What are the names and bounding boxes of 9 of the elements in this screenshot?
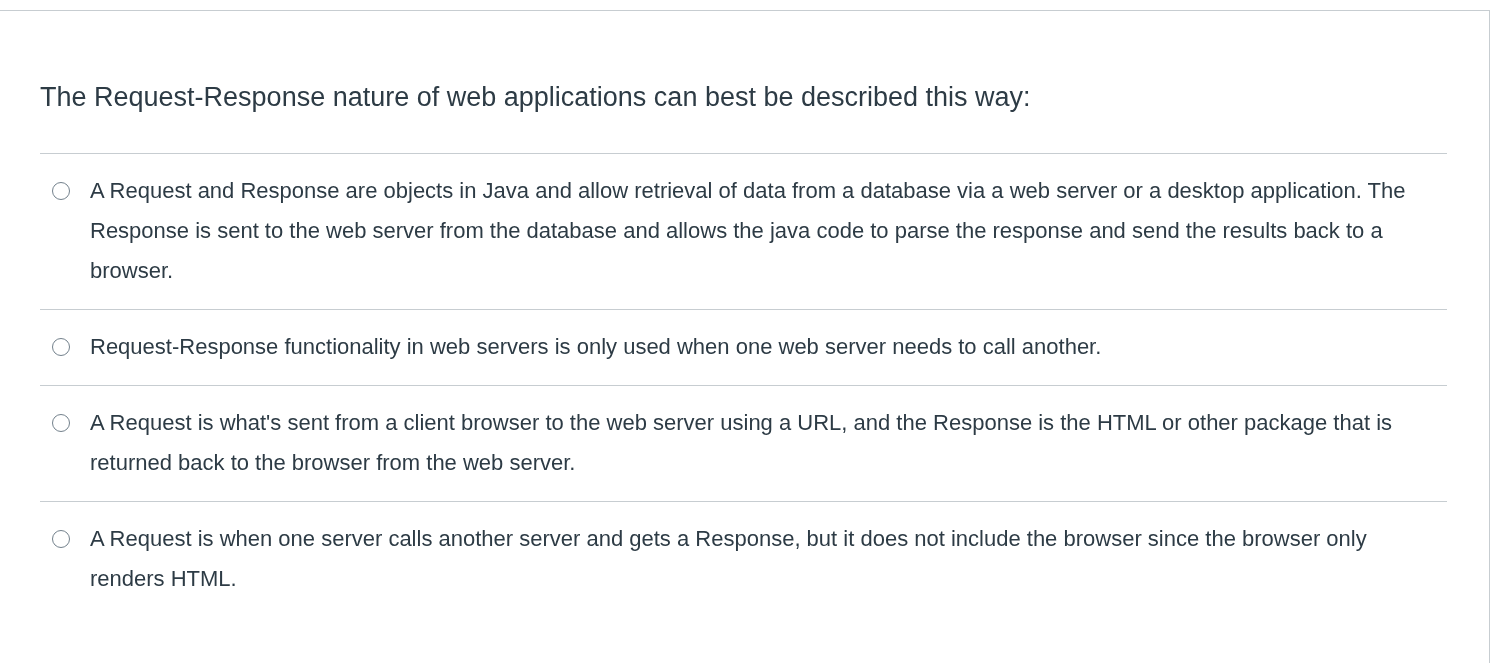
answer-text[interactable]: A Request is what's sent from a client browser to the web server using a URL, and the Response is the HTML or other package that is returned back to the browser from the web server. [90, 403, 1417, 483]
answer-text[interactable]: A Request and Response are objects in Java and allow retrieval of data from a database via a web server or a desktop application. The Response is sent to the web server from the database and allows the java code to parse the response and send the results back to a browser. [90, 171, 1417, 291]
answer-text[interactable]: Request-Response functionality in web servers is only used when one web server needs to call another. [90, 327, 1102, 367]
question-text: The Request-Response nature of web applications can best be described this way: [40, 81, 1032, 114]
answer-text[interactable]: A Request is when one server calls another server and gets a Response, but it does not include the browser since the browser only renders HTML. [90, 519, 1417, 599]
radio-button[interactable] [52, 338, 70, 356]
radio-button[interactable] [52, 414, 70, 432]
radio-button[interactable] [52, 530, 70, 548]
radio-button[interactable] [52, 182, 70, 200]
